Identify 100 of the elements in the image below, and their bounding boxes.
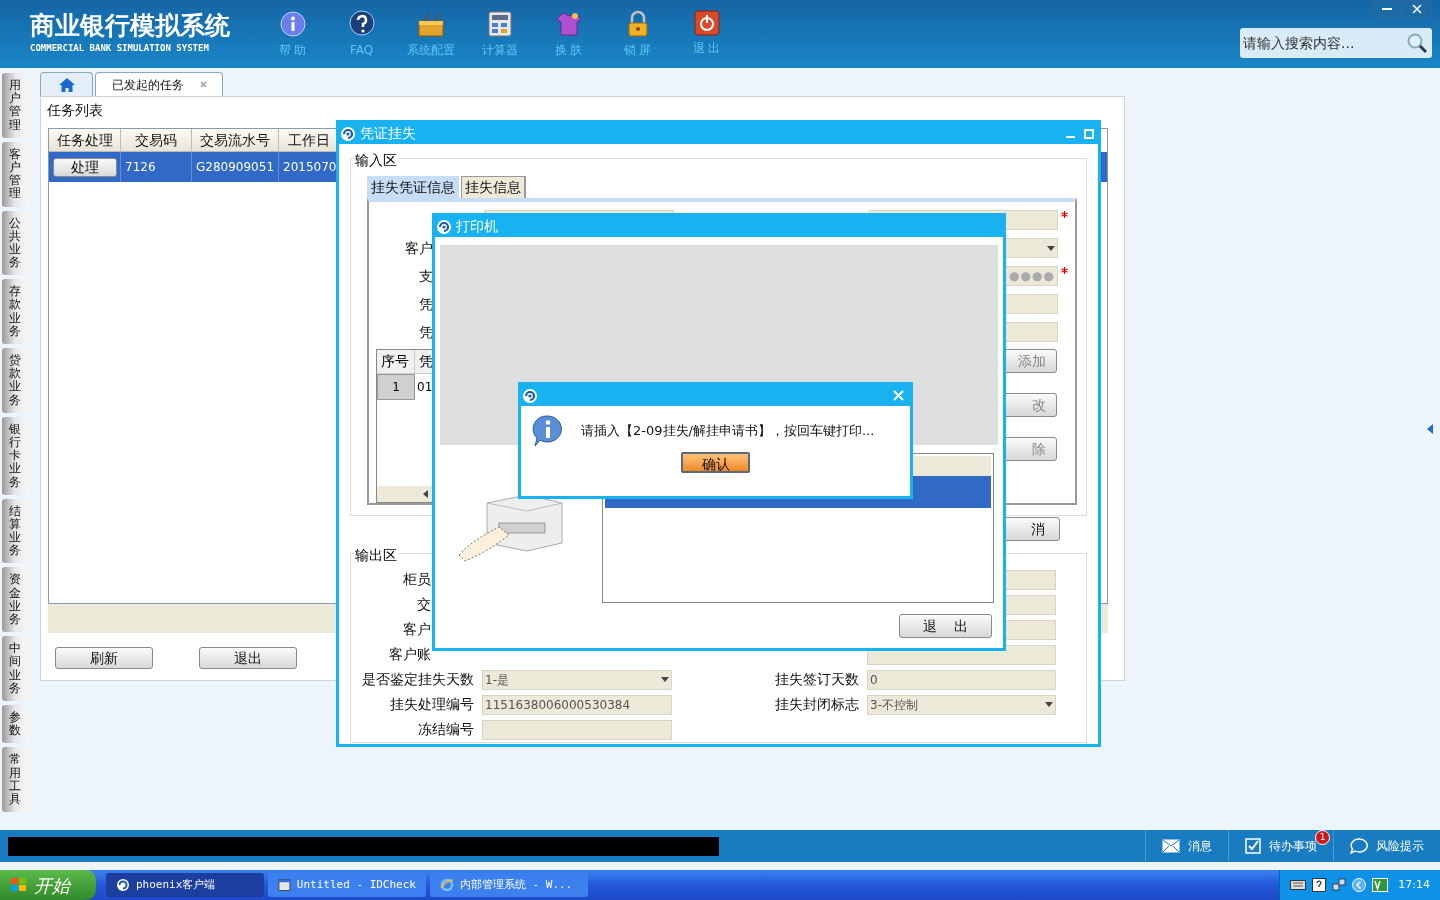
info-icon [278,10,307,38]
page-tab[interactable]: 已发起的任务 [95,72,223,96]
mail-icon [1162,839,1180,853]
field-label: 挂失处理编号 [390,695,474,714]
app-title: 商业银行模拟系统 [30,10,231,42]
column-header: 交易流水号 [192,129,279,152]
field-label: 挂失封闭标志 [775,695,859,714]
minimize-icon [1382,7,1392,11]
app-logo-icon [522,387,538,404]
home-tab[interactable] [40,72,93,96]
status-button[interactable]: 待办事项 1 [1228,830,1333,862]
status-button[interactable]: 消息 [1145,830,1228,862]
field-label: 支 [419,266,433,286]
collapse-arrow-icon[interactable] [1427,424,1434,434]
column-header: 交易码 [121,129,192,152]
group-title: 输入区 [355,150,399,171]
app-logo-icon [116,878,130,892]
help-icon [1312,878,1327,892]
network-icon [1332,878,1347,892]
field-label: 客户 [405,238,433,258]
action-button[interactable]: 刷新 [55,647,153,669]
field-label: 交 [417,595,431,614]
cancel-button[interactable]: 消 [1003,517,1060,541]
scroll-left-icon[interactable] [423,490,429,498]
maximize-icon[interactable] [1084,128,1094,139]
windows-logo-icon [10,877,28,893]
taskbar-button[interactable]: phoenix客户端 [106,873,264,897]
sidebar-tab[interactable]: 资金业务 [2,567,28,633]
help-icon [347,10,376,38]
search-field[interactable]: 请输入搜索内容... [1240,28,1432,58]
field-label: 冻结编号 [418,720,474,739]
exit-button[interactable]: 退 出 [899,614,992,638]
caret-down-icon [661,677,669,682]
shirt-icon [554,10,583,38]
column-header: 序号 [377,350,415,374]
chat-bubble-icon [1350,838,1368,854]
close-icon[interactable] [199,81,207,88]
window-title: 凭证挂失 [360,124,416,143]
sidebar-tab[interactable]: 用户管理 [2,73,28,138]
group-title: 任务列表 [47,102,104,118]
chevron-left-icon[interactable] [1352,878,1367,892]
input-field[interactable]: 0 [867,669,1056,690]
sidebar-tab[interactable]: 参数 [2,704,28,744]
home-icon [57,76,76,93]
taskbar-button[interactable]: 内部管理系统 - W... [430,873,588,897]
process-button[interactable]: 处理 [52,157,117,177]
dropdown-field[interactable]: 3-不控制 [867,694,1056,715]
action-button[interactable]: 退出 [199,647,297,669]
power-icon [693,10,720,36]
sidebar-tab[interactable]: 客户管理 [2,141,28,207]
table-cell-text: 01 [416,379,433,396]
sidebar-tab[interactable]: 存款业务 [2,279,28,344]
table-cell: 1 [377,374,415,400]
field-label: 是否鉴定挂失天数 [362,670,474,689]
checkbox-icon [1245,838,1261,854]
sidebar-tab[interactable]: 常用工具 [2,747,28,813]
minimize-button[interactable] [1372,0,1402,18]
app-logo-icon [436,218,452,235]
field-label: 挂失签订天数 [775,670,859,689]
caret-down-icon [1045,702,1053,707]
info-icon [531,414,565,448]
sidebar-tab[interactable]: 公共业务 [2,210,28,276]
column-header: 任务处理 [49,129,121,152]
input-field[interactable]: 1151638006000530384 [482,694,672,715]
caret-down-icon [1047,245,1055,251]
column-header: 凭 [415,350,433,374]
browser-icon [440,878,454,892]
form-tab[interactable]: 挂失凭证信息 [367,176,459,198]
dropdown-field[interactable]: 1-是 [482,669,672,690]
field-label: 客户 [403,620,431,639]
field-label: 凭 [419,294,433,314]
close-button[interactable] [1402,0,1432,18]
sidebar-tab[interactable]: 银行卡业务 [2,416,28,495]
confirm-button[interactable]: 确认 [681,452,750,473]
field-label: 凭 [419,322,433,342]
sidebar-tab[interactable]: 中间业务 [2,636,28,701]
keyboard-icon [1290,880,1307,890]
sidebar-tab[interactable]: 结算业务 [2,498,28,564]
window-title: 打印机 [456,217,498,236]
table-cell: 7126 [121,152,192,182]
column-header: 工作日 [279,129,339,152]
sidebar-tab[interactable]: 贷款业务 [2,348,28,413]
lock-icon [625,10,650,38]
search-icon[interactable] [1406,32,1428,54]
field-label: 柜员 [403,570,431,589]
dialog-message: 请插入【2-09挂失/解挂申请书】，按回车键打印... [581,422,875,441]
taskbar-button[interactable]: Untitled - IDCheck [268,873,426,897]
app-logo-icon [340,125,356,142]
close-icon [1412,4,1422,14]
input-field[interactable] [482,719,672,740]
clock: 17:14 [1398,876,1430,893]
window-icon [278,878,291,892]
notification-badge: 1 [1315,830,1330,845]
field-label: 客户账 [389,645,431,664]
status-button[interactable]: 风险提示 [1333,830,1440,862]
toolbox-icon [415,10,446,38]
calculator-icon [486,10,513,38]
app-subtitle: COMMERCIAL BANK SIMULATION SYSTEM [30,42,210,54]
tray-app-icon [1372,878,1389,892]
form-tab[interactable]: 挂失信息 [461,176,526,198]
